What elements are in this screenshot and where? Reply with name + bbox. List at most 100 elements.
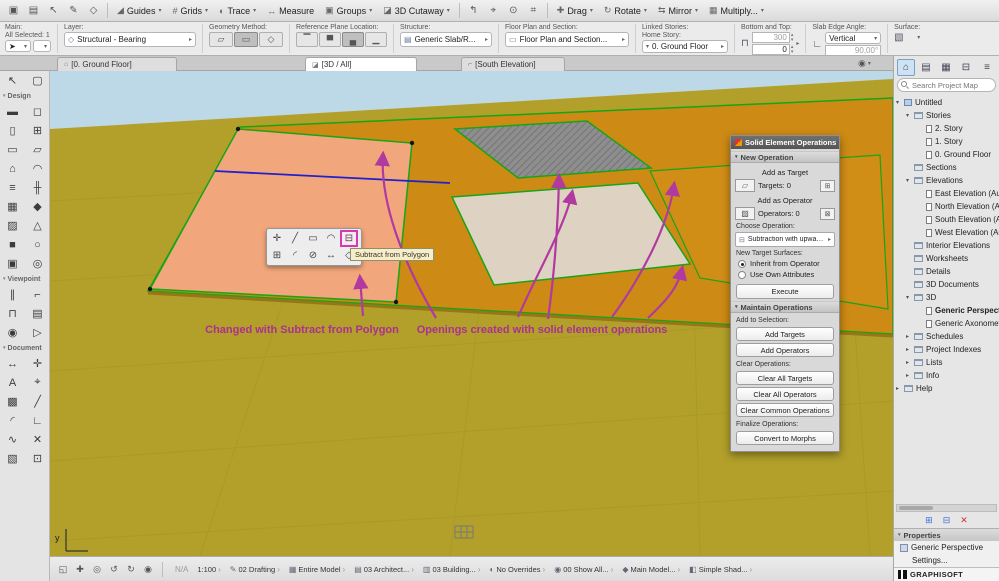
tree-item[interactable]: Sections xyxy=(894,161,999,174)
layout-book-icon[interactable]: ▦ xyxy=(937,59,955,76)
disclosure-closed-icon[interactable]: ▸ xyxy=(906,372,914,379)
back-icon[interactable]: ↰ xyxy=(464,2,483,19)
tab-ground-floor[interactable]: ⌂ [0. Ground Floor] xyxy=(57,57,177,71)
scrollbar-thumb[interactable] xyxy=(899,506,933,510)
tree-item[interactable]: ▾ Elevations xyxy=(894,174,999,187)
tree-item[interactable]: Generic Perspective xyxy=(894,304,999,317)
tree-item[interactable]: North Elevation (Au... xyxy=(894,200,999,213)
tab-south-elevation[interactable]: ⌐ [South Elevation] xyxy=(461,57,565,71)
stretch-icon[interactable]: ↔ xyxy=(322,247,340,264)
chevron-right-icon[interactable]: ▸ xyxy=(796,40,799,47)
drawing-tool-icon[interactable]: ⊡ xyxy=(25,449,49,468)
geometry-rectangle-button[interactable]: ▭ xyxy=(234,32,258,47)
chevron-down-icon[interactable]: ▾ xyxy=(917,34,920,41)
morph-tool-icon[interactable]: ◆ xyxy=(25,197,49,216)
origin-icon[interactable]: ⌖ xyxy=(484,2,503,19)
object-tool-icon[interactable]: ■ xyxy=(0,235,25,254)
tab-overflow-control[interactable]: ◉ ▾ xyxy=(858,58,871,69)
toolbox-section-design[interactable]: ▾ Design xyxy=(0,90,49,102)
marquee-tool-icon[interactable]: ▢ xyxy=(25,71,49,90)
selection-flag-button[interactable]: ▾ xyxy=(33,40,51,52)
disclosure-open-icon[interactable]: ▾ xyxy=(906,112,914,119)
quick-option-02-drafting[interactable]: ✎ 02 Drafting › xyxy=(230,565,280,574)
shell-tool-icon[interactable]: ◠ xyxy=(25,159,49,178)
fillet-icon[interactable]: ◜ xyxy=(286,247,304,264)
snap-point-icon[interactable]: ⊙ xyxy=(504,2,523,19)
section-new-operation[interactable]: ▾ New Operation xyxy=(731,151,839,163)
publisher-icon[interactable]: ⊟ xyxy=(957,59,975,76)
refplane-bottom-button[interactable]: ▁ xyxy=(365,32,387,47)
radio-use-own-attributes[interactable]: Use Own Attributes xyxy=(731,269,839,280)
surface-icon[interactable]: ▧ xyxy=(894,32,903,43)
top-offset-field[interactable]: 300 xyxy=(751,32,790,43)
offset-edge-icon[interactable]: ╱ xyxy=(286,230,304,247)
tree-item[interactable]: Details xyxy=(894,265,999,278)
figure-tool-icon[interactable]: ▧ xyxy=(0,449,25,468)
toolbox-section-viewpoint[interactable]: ▾ Viewpoint xyxy=(0,273,49,285)
line-tool-icon[interactable]: ╱ xyxy=(25,392,49,411)
quick-option-main-model[interactable]: ◆ Main Model... › xyxy=(622,565,680,574)
disclosure-closed-icon[interactable]: ▸ xyxy=(896,385,904,392)
quick-option-entire-model[interactable]: ▦ Entire Model › xyxy=(289,565,345,574)
hotspot-tool-icon[interactable]: ✕ xyxy=(25,430,49,449)
add-operators-button[interactable]: Add Operators xyxy=(736,343,834,357)
tree-item[interactable]: ▸ Schedules xyxy=(894,330,999,343)
tree-item[interactable]: Interior Elevations xyxy=(894,239,999,252)
tree-item[interactable]: East Elevation (Auto... xyxy=(894,187,999,200)
properties-settings[interactable]: Settings... xyxy=(894,554,999,567)
edge-angle-dropdown[interactable]: Vertical ▾ xyxy=(825,32,882,44)
quick-option-1-100[interactable]: 1:100 › xyxy=(197,565,220,574)
drag-button[interactable]: ✚ Drag ▾ xyxy=(552,2,598,19)
interior-elevation-tool-icon[interactable]: ⊓ xyxy=(0,304,25,323)
zone-tool-icon[interactable]: ▨ xyxy=(0,216,25,235)
rotate-button[interactable]: ↻ Rotate ▾ xyxy=(599,2,652,19)
orbit-icon[interactable]: ↺ xyxy=(106,561,122,577)
edge-angle-value-field[interactable]: 90,00° xyxy=(825,45,882,55)
clear-common-operations-button[interactable]: Clear Common Operations xyxy=(736,403,834,417)
polyline-tool-icon[interactable]: ∟ xyxy=(25,411,49,430)
layer-dropdown[interactable]: ◇ Structural - Bearing ▸ xyxy=(64,32,196,47)
bottom-offset-field[interactable]: 0 xyxy=(751,44,790,55)
properties-item[interactable]: Generic Perspective xyxy=(894,541,999,554)
camera-tool-icon[interactable]: ▷ xyxy=(25,323,49,342)
pick-operator-icon[interactable]: ⊠ xyxy=(820,207,835,220)
look-icon[interactable]: ◉ xyxy=(140,561,156,577)
disclosure-closed-icon[interactable]: ▸ xyxy=(906,359,914,366)
tree-item[interactable]: South Elevation (Au... xyxy=(894,213,999,226)
tree-item[interactable]: ▾ 3D xyxy=(894,291,999,304)
beam-tool-icon[interactable]: ▭ xyxy=(0,140,25,159)
add-to-polygon-icon[interactable]: ⊞ xyxy=(268,247,286,264)
project-map-icon[interactable]: ⌂ xyxy=(897,58,915,76)
pan-icon[interactable]: ✚ xyxy=(72,561,88,577)
dimension-tool-icon[interactable]: ↔ xyxy=(0,354,25,373)
pencil-icon[interactable]: ✎ xyxy=(64,2,83,19)
toolbox-section-document[interactable]: ▾ Document xyxy=(0,342,49,354)
guides-button[interactable]: ◢ Guides ▾ xyxy=(112,2,166,19)
tile-windows-icon[interactable]: ▤ xyxy=(24,2,43,19)
tree-item[interactable]: ▸ Project Indexes xyxy=(894,343,999,356)
roof-tool-icon[interactable]: ⌂ xyxy=(0,159,25,178)
cursor-mode-button[interactable]: ➤ ▾ xyxy=(5,40,31,52)
palette-title-bar[interactable]: Solid Element Operations xyxy=(731,136,839,149)
add-targets-button[interactable]: Add Targets xyxy=(736,327,834,341)
geometry-polygon-button[interactable]: ▱ xyxy=(209,32,233,47)
quick-option-03-building[interactable]: ▥ 03 Building... › xyxy=(423,565,481,574)
horizontal-scrollbar[interactable] xyxy=(896,504,997,512)
fit-icon[interactable]: ◱ xyxy=(55,561,71,577)
edge-type-icon[interactable]: ∟ xyxy=(812,39,822,50)
mirror-button[interactable]: ⇆ Mirror ▾ xyxy=(653,2,703,19)
tree-item[interactable]: ▸ Lists xyxy=(894,356,999,369)
tree-item[interactable]: 3D Documents xyxy=(894,278,999,291)
tab-3d-all[interactable]: ◪ [3D / All] xyxy=(305,57,417,71)
disclosure-open-icon[interactable]: ▾ xyxy=(906,294,914,301)
pick-target-icon[interactable]: ⊞ xyxy=(820,179,835,192)
text-tool-icon[interactable]: A xyxy=(0,373,25,392)
structure-dropdown[interactable]: ▤ Generic Slab/R... ▸ xyxy=(400,32,492,47)
execute-button[interactable]: Execute xyxy=(736,284,834,299)
delete-icon[interactable]: ✕ xyxy=(960,515,968,526)
disclosure-open-icon[interactable]: ▾ xyxy=(896,99,904,106)
fill-tool-icon[interactable]: ▩ xyxy=(0,392,25,411)
mesh-tool-icon[interactable]: △ xyxy=(25,216,49,235)
level-dimension-tool-icon[interactable]: ✛ xyxy=(25,354,49,373)
tree-item[interactable]: 2. Story xyxy=(894,122,999,135)
